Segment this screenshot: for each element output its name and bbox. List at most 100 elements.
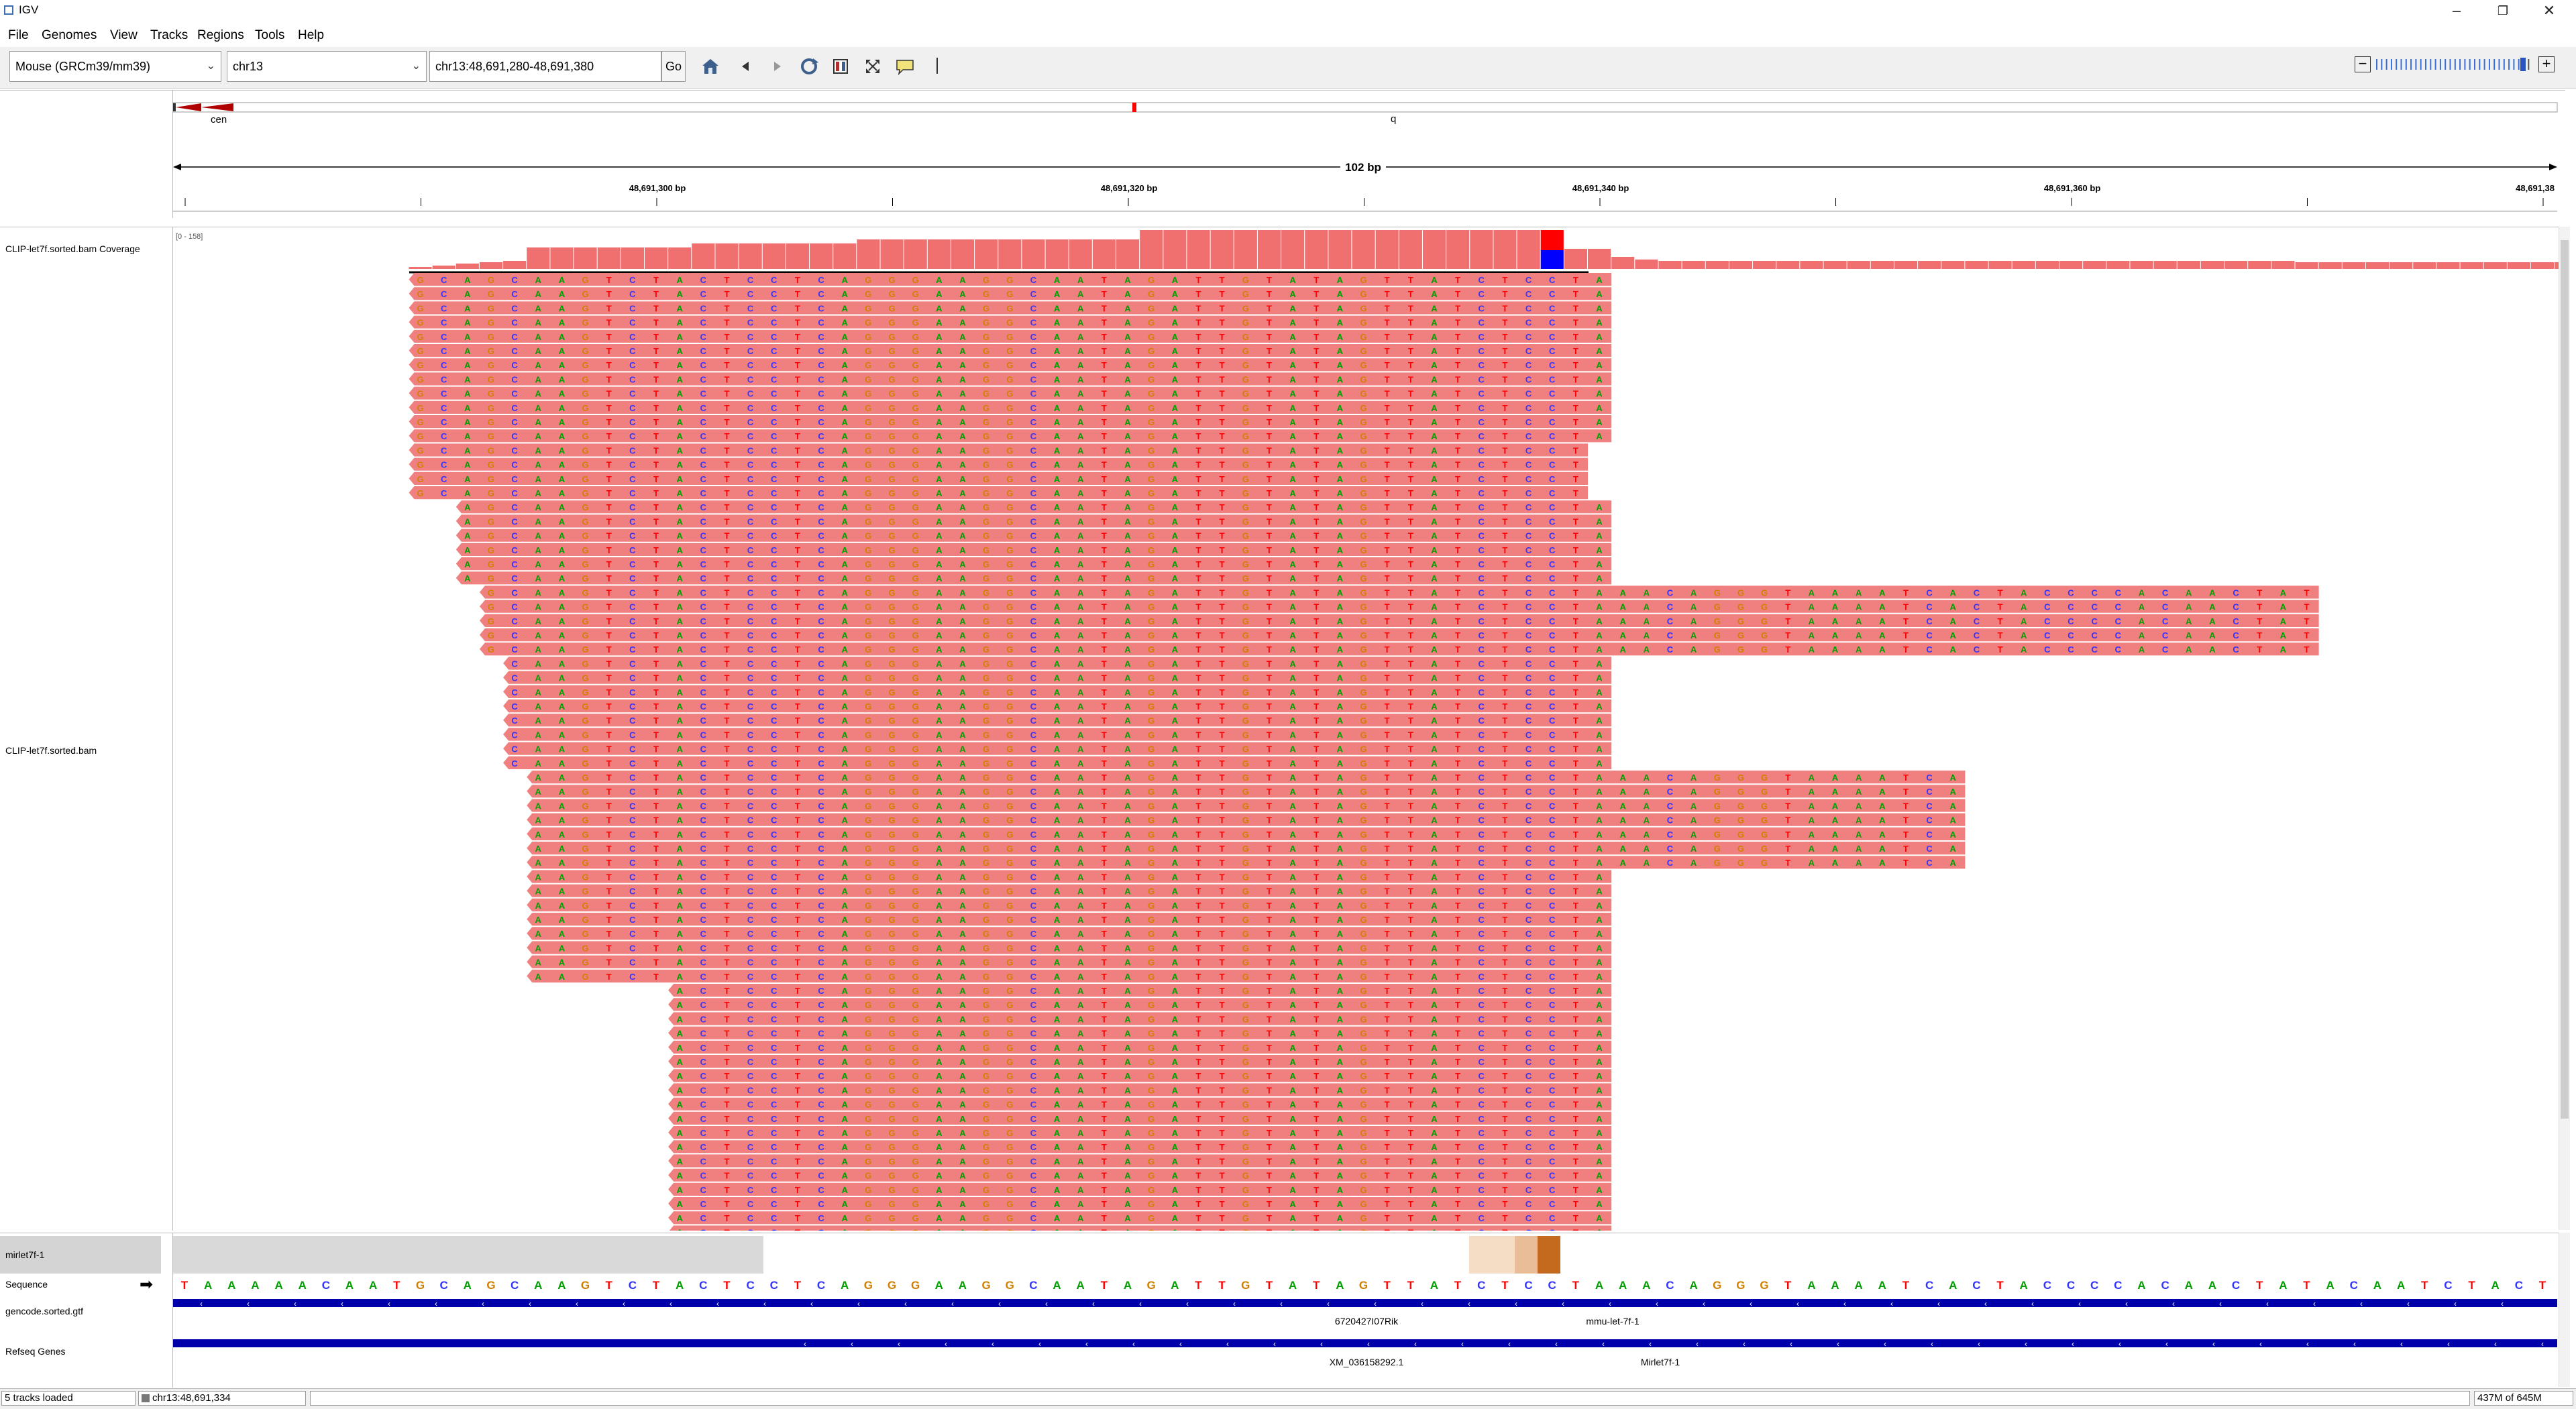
menu-file[interactable]: File bbox=[8, 28, 29, 43]
reference-sequence: TAAAAACAATGCAGCAAGTCTACTCCTCAGGGAAGGCAAT… bbox=[181, 1279, 2546, 1292]
read-base: T bbox=[795, 573, 800, 583]
locus-input[interactable]: chr13:48,691,280-48,691,380 bbox=[429, 51, 661, 82]
read-base: G bbox=[1006, 773, 1013, 783]
sequence-base: T bbox=[1383, 1279, 1391, 1292]
read-base: T bbox=[606, 901, 612, 911]
read-base: A bbox=[1077, 1156, 1084, 1166]
read-base: A bbox=[535, 488, 542, 498]
read-base: T bbox=[1313, 346, 1319, 356]
back-icon[interactable] bbox=[735, 56, 755, 76]
coverage-track-name[interactable]: CLIP-let7f.sorted.bam Coverage bbox=[5, 243, 140, 254]
read-base: G bbox=[582, 516, 588, 526]
read-base: G bbox=[983, 1057, 989, 1067]
chromosome-dropdown[interactable]: chr13 ⌄ bbox=[227, 51, 427, 82]
data-panel-scrollbar[interactable] bbox=[2559, 227, 2570, 1230]
feature-track-header[interactable]: mirlet7f-1 bbox=[0, 1236, 161, 1274]
read-base: G bbox=[888, 559, 895, 569]
home-icon[interactable] bbox=[700, 56, 720, 76]
read-base: T bbox=[795, 659, 800, 669]
read-base: C bbox=[1525, 1185, 1532, 1195]
read-base: T bbox=[2304, 587, 2310, 598]
mirna-feature-block[interactable] bbox=[1515, 1236, 1538, 1274]
read-base: T bbox=[795, 644, 800, 655]
gencode-track-name[interactable]: gencode.sorted.gtf bbox=[5, 1306, 83, 1316]
read-base: C bbox=[747, 474, 754, 484]
chromosome-ideogram[interactable] bbox=[172, 102, 2558, 113]
coverage-track[interactable] bbox=[409, 230, 2576, 269]
menu-regions[interactable]: Regions bbox=[197, 28, 244, 43]
read-base: G bbox=[983, 445, 989, 455]
forward-icon[interactable] bbox=[767, 56, 788, 76]
close-button[interactable]: ✕ bbox=[2526, 0, 2572, 21]
read-base: C bbox=[818, 573, 824, 583]
read-base: G bbox=[888, 687, 895, 697]
mirna-feature-block[interactable] bbox=[1538, 1236, 1560, 1274]
read-base: A bbox=[936, 901, 943, 911]
sequence-track-name[interactable]: Sequence bbox=[5, 1279, 48, 1290]
read-base: T bbox=[795, 758, 800, 769]
read-base: G bbox=[1360, 1185, 1366, 1195]
strand-arrow-icon[interactable]: ➡ bbox=[140, 1275, 153, 1294]
read-base: A bbox=[1077, 758, 1084, 769]
read-base: G bbox=[1242, 1029, 1249, 1039]
read-base: A bbox=[959, 403, 966, 413]
read-base: A bbox=[1124, 303, 1131, 313]
mirna-feature-block[interactable] bbox=[1469, 1236, 1515, 1274]
read bbox=[668, 1026, 1612, 1039]
read-base: T bbox=[795, 744, 800, 754]
read-base: T bbox=[1195, 474, 1201, 484]
read-base: C bbox=[818, 602, 824, 612]
menu-help[interactable]: Help bbox=[298, 28, 324, 43]
zoom-tick bbox=[2513, 59, 2515, 70]
read-base: T bbox=[1573, 587, 1578, 598]
read-base: C bbox=[1030, 659, 1037, 669]
genome-dropdown[interactable]: Mouse (GRCm39/mm39) ⌄ bbox=[9, 51, 221, 82]
read-base: T bbox=[1313, 1128, 1319, 1138]
read-base: G bbox=[1737, 815, 1744, 826]
zoom-out-button[interactable]: − bbox=[2355, 56, 2371, 72]
refseq-track-name[interactable]: Refseq Genes bbox=[5, 1346, 66, 1357]
read-base: T bbox=[1267, 474, 1272, 484]
header-data-panel[interactable]: cen q 102 bp 48,691,300 bp 48,691,320 bp… bbox=[172, 90, 2565, 218]
read-base: A bbox=[1054, 616, 1061, 626]
go-button[interactable]: Go bbox=[661, 51, 686, 82]
read-base: C bbox=[700, 801, 707, 811]
read-base: A bbox=[1596, 346, 1603, 356]
restore-button[interactable]: ❐ bbox=[2480, 0, 2526, 21]
alignment-data-panel[interactable]: [0 - 158] GCAGCAAGTCTACTCCTCAGGGAAGGCAAT… bbox=[173, 227, 2576, 1239]
alignment-track-name[interactable]: CLIP-let7f.sorted.bam bbox=[5, 745, 97, 756]
menu-tools[interactable]: Tools bbox=[255, 28, 284, 43]
refresh-icon[interactable] bbox=[798, 56, 818, 76]
read-base: T bbox=[724, 929, 729, 939]
popup-info-icon[interactable] bbox=[895, 56, 915, 76]
refseq-gene-bar[interactable] bbox=[173, 1339, 2557, 1347]
sequence-base: A bbox=[2020, 1279, 2028, 1292]
read-base: C bbox=[629, 289, 636, 299]
feature-panel-scrollbar[interactable] bbox=[2559, 1233, 2570, 1387]
read-base: T bbox=[2304, 602, 2310, 612]
read-base: G bbox=[983, 545, 989, 555]
read-base: C bbox=[629, 303, 636, 313]
menu-view[interactable]: View bbox=[110, 28, 138, 43]
zoom-in-button[interactable]: + bbox=[2538, 56, 2555, 72]
read-base: T bbox=[1408, 644, 1413, 655]
read-base: A bbox=[842, 986, 849, 996]
fit-window-icon[interactable] bbox=[863, 56, 883, 76]
read-base: T bbox=[1102, 744, 1107, 754]
alignment-reads[interactable]: GCAGCAAGTCTACTCCTCAGGGAAGGCAATAGATTGTATA… bbox=[409, 273, 2319, 1239]
read-base: A bbox=[1596, 659, 1603, 669]
menu-genomes[interactable]: Genomes bbox=[42, 28, 97, 43]
read-base: A bbox=[2186, 616, 2192, 626]
minimize-button[interactable]: – bbox=[2434, 0, 2479, 21]
feature-data-panel[interactable]: TAAAAACAATGCAGCAAGTCTACTCCTCAGGGAAGGCAAT… bbox=[173, 1233, 2559, 1388]
read-base: G bbox=[582, 488, 588, 498]
read-base: T bbox=[1502, 474, 1507, 484]
menu-tracks[interactable]: Tracks bbox=[150, 28, 188, 43]
read-base: G bbox=[1242, 787, 1249, 797]
read-base: A bbox=[1337, 545, 1344, 555]
read-base: G bbox=[1360, 403, 1366, 413]
read-base: T bbox=[1455, 545, 1460, 555]
read-base: C bbox=[747, 289, 754, 299]
zoom-slider[interactable] bbox=[2375, 58, 2536, 71]
roi-icon[interactable] bbox=[830, 56, 851, 76]
